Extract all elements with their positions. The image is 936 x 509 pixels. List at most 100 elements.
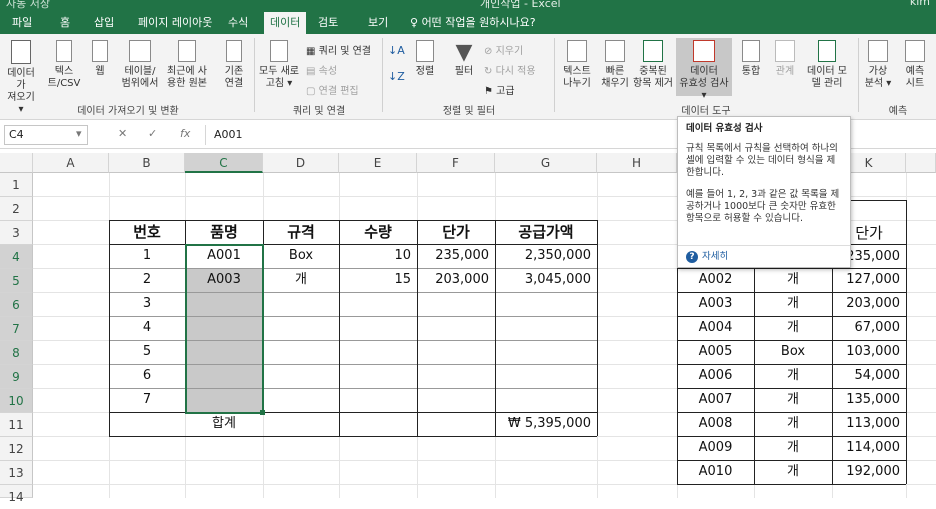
lookup-cell[interactable]: A008 — [677, 412, 754, 436]
lookup-cell[interactable]: A005 — [677, 340, 754, 364]
column-header[interactable]: H — [597, 153, 677, 173]
header-cell[interactable]: 단가 — [417, 220, 495, 244]
lookup-cell[interactable]: 개 — [754, 436, 832, 460]
row-header[interactable]: 14 — [0, 485, 33, 504]
tab-data[interactable]: 데이터 — [264, 12, 307, 34]
table-cell[interactable]: 203,000 — [417, 268, 495, 292]
flash-fill-button[interactable]: 빠른 채우기 — [598, 40, 632, 90]
lookup-cell[interactable]: 103,000 — [832, 340, 906, 364]
table-cell[interactable]: 3 — [109, 292, 185, 316]
user-name[interactable]: kim — [910, 0, 930, 8]
advanced-filter-button[interactable]: ⚑ 고급 — [484, 82, 515, 97]
refresh-all-button[interactable]: 모두 새로 고침 ▾ — [258, 40, 300, 90]
row-header[interactable]: 7 — [0, 317, 33, 341]
lookup-cell[interactable]: 113,000 — [832, 412, 906, 436]
namebox-dropdown-icon[interactable]: ▾ — [76, 127, 82, 140]
row-header[interactable]: 10 — [0, 389, 33, 413]
lookup-cell[interactable]: 개 — [754, 412, 832, 436]
sort-button[interactable]: 정렬 — [410, 40, 440, 78]
table-cell[interactable]: 3,045,000 — [495, 268, 597, 292]
what-if-button[interactable]: 가상 분석 ▾ — [862, 40, 894, 90]
row-header[interactable]: 12 — [0, 437, 33, 461]
row-header[interactable]: 9 — [0, 365, 33, 389]
tab-formulas[interactable]: 수식 — [222, 12, 254, 34]
row-header[interactable]: 3 — [0, 221, 33, 245]
column-header[interactable]: C — [185, 153, 263, 173]
queries-connections-button[interactable]: ▦ 쿼리 및 연결 — [306, 42, 371, 57]
remove-duplicates-button[interactable]: 중복된 항목 제거 — [632, 40, 674, 90]
total-value[interactable]: ₩ 5,395,000 — [495, 412, 597, 436]
text-to-columns-button[interactable]: 텍스트 나누기 — [558, 40, 596, 90]
table-cell[interactable]: A003 — [185, 268, 263, 292]
tab-page-layout[interactable]: 페이지 레이아웃 — [132, 12, 218, 34]
lookup-cell[interactable]: 개 — [754, 460, 832, 484]
lookup-cell[interactable]: 개 — [754, 388, 832, 412]
sort-asc-button[interactable]: ↓A — [388, 44, 405, 57]
consolidate-button[interactable]: 통합 — [736, 40, 766, 78]
column-header[interactable]: D — [263, 153, 339, 173]
tab-home[interactable]: 홈 — [54, 12, 76, 34]
enter-icon[interactable]: ✓ — [148, 127, 157, 140]
column-header[interactable]: F — [417, 153, 495, 173]
row-header[interactable]: 5 — [0, 269, 33, 293]
lookup-cell[interactable]: A004 — [677, 316, 754, 340]
data-validation-button[interactable]: 데이터 유효성 검사 ▾ — [676, 38, 732, 101]
table-cell[interactable]: 4 — [109, 316, 185, 340]
clear-filter-button[interactable]: ⊘ 지우기 — [484, 42, 523, 57]
column-header[interactable]: E — [339, 153, 417, 173]
lookup-cell[interactable]: Box — [754, 340, 832, 364]
select-all-corner[interactable] — [0, 153, 33, 173]
column-header[interactable]: B — [109, 153, 185, 173]
lookup-cell[interactable]: A010 — [677, 460, 754, 484]
table-cell[interactable]: 10 — [339, 244, 417, 268]
tab-review[interactable]: 검토 — [312, 12, 344, 34]
table-cell[interactable]: 235,000 — [417, 244, 495, 268]
web-button[interactable]: 웹 — [84, 40, 116, 78]
table-cell[interactable]: 2,350,000 — [495, 244, 597, 268]
table-cell[interactable]: 5 — [109, 340, 185, 364]
lookup-cell[interactable]: A009 — [677, 436, 754, 460]
table-cell[interactable]: Box — [263, 244, 339, 268]
row-header[interactable]: 13 — [0, 461, 33, 485]
autosave-label[interactable]: 자동 저장 — [6, 0, 50, 10]
sort-desc-button[interactable]: ↓Z — [388, 70, 405, 83]
insert-function-icon[interactable]: fx — [180, 127, 190, 140]
tab-insert[interactable]: 삽입 — [88, 12, 120, 34]
row-header[interactable]: 2 — [0, 197, 33, 221]
text-csv-button[interactable]: 텍스 트/CSV — [46, 40, 82, 90]
lookup-cell[interactable]: 114,000 — [832, 436, 906, 460]
table-cell[interactable]: 7 — [109, 388, 185, 412]
properties-button[interactable]: ▤ 속성 — [306, 62, 337, 77]
tell-me-more-link[interactable]: ? 자세히 — [686, 251, 728, 263]
lookup-cell[interactable]: 개 — [754, 268, 832, 292]
lookup-cell[interactable]: 203,000 — [832, 292, 906, 316]
table-cell[interactable]: 15 — [339, 268, 417, 292]
tab-file[interactable]: 파일 — [6, 12, 38, 34]
tell-me-box[interactable]: ♀ 어떤 작업을 원하시나요? — [410, 12, 536, 34]
lookup-cell[interactable]: 54,000 — [832, 364, 906, 388]
relationships-button[interactable]: 관계 — [770, 40, 800, 78]
column-header[interactable]: G — [495, 153, 597, 173]
table-cell[interactable]: 1 — [109, 244, 185, 268]
lookup-cell[interactable]: A007 — [677, 388, 754, 412]
lookup-cell[interactable]: 127,000 — [832, 268, 906, 292]
table-cell[interactable]: 개 — [263, 268, 339, 292]
header-cell[interactable]: 공급가액 — [495, 220, 597, 244]
edit-links-button[interactable]: ▢ 연결 편집 — [306, 82, 359, 97]
lookup-cell[interactable]: A006 — [677, 364, 754, 388]
filter-button[interactable]: ▼ 필터 — [448, 40, 480, 78]
header-cell[interactable]: 품명 — [185, 220, 263, 244]
lookup-cell[interactable]: 개 — [754, 364, 832, 388]
row-header[interactable]: 1 — [0, 173, 33, 197]
header-cell[interactable]: 번호 — [109, 220, 185, 244]
column-header[interactable]: A — [33, 153, 109, 173]
total-label[interactable]: 합계 — [109, 412, 339, 436]
lookup-cell[interactable]: 135,000 — [832, 388, 906, 412]
table-cell[interactable]: 6 — [109, 364, 185, 388]
lookup-cell[interactable]: 개 — [754, 292, 832, 316]
cancel-icon[interactable]: ✕ — [118, 127, 127, 140]
lookup-cell[interactable]: A002 — [677, 268, 754, 292]
table-range-button[interactable]: 테이블/ 범위에서 — [120, 40, 160, 90]
header-cell[interactable]: 규격 — [263, 220, 339, 244]
recent-sources-button[interactable]: 최근에 사 용한 원본 — [162, 40, 212, 90]
